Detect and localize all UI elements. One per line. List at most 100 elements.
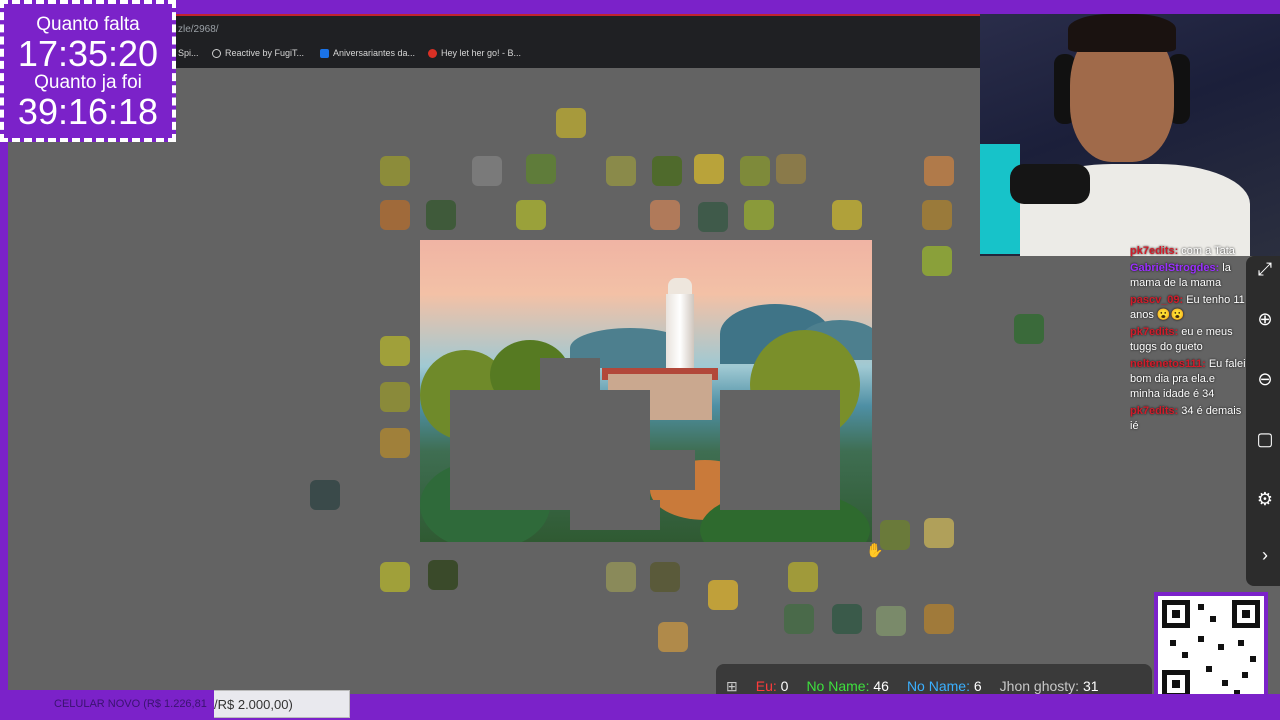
players-icon[interactable]: ⊞ <box>726 678 738 695</box>
puzzle-piece[interactable] <box>426 200 456 230</box>
chat-username: neltenetos111: <box>1130 358 1206 370</box>
chevron-right-icon[interactable]: › <box>1254 544 1276 566</box>
puzzle-piece[interactable] <box>516 200 546 230</box>
puzzle-piece[interactable] <box>380 382 410 412</box>
puzzle-piece[interactable] <box>708 580 738 610</box>
puzzle-piece[interactable] <box>922 200 952 230</box>
qr-module <box>1206 666 1212 672</box>
puzzle-piece[interactable] <box>380 428 410 458</box>
puzzle-piece[interactable] <box>380 156 410 186</box>
puzzle-piece[interactable] <box>744 200 774 230</box>
puzzle-piece[interactable] <box>924 604 954 634</box>
stream-chat: pk7edits: com a Tata GabrielStrogdes: la m… <box>1130 244 1246 486</box>
expand-icon[interactable]: ⤢ <box>1254 258 1276 280</box>
player-points: 31 <box>1082 678 1099 694</box>
zoom-in-icon[interactable]: ⊕ <box>1254 308 1276 330</box>
puzzle-piece[interactable] <box>784 604 814 634</box>
puzzle-piece[interactable] <box>428 560 458 590</box>
puzzle-piece[interactable] <box>694 154 724 184</box>
bookmark-label: Aniversariantes da... <box>333 48 416 58</box>
puzzle-tool-rail: ⤢ ⊕ ⊖ ▢ ⚙ › <box>1246 256 1280 586</box>
puzzle-piece[interactable] <box>740 156 770 186</box>
qr-finder <box>1162 600 1190 628</box>
puzzle-piece[interactable] <box>924 156 954 186</box>
puzzle-piece[interactable] <box>788 562 818 592</box>
player-score: No Name: 6 <box>907 678 982 694</box>
chat-message: pk7edits: com a Tata <box>1130 244 1246 259</box>
puzzle-piece[interactable] <box>658 622 688 652</box>
chat-message: neltenetos111: Eu falei bom dia pra ela.e… <box>1130 357 1246 402</box>
player-name: Jhon ghosty: <box>999 678 1080 694</box>
qr-module <box>1242 672 1248 678</box>
qr-module <box>1198 604 1204 610</box>
bookmark-label: Spi... <box>178 48 199 58</box>
missing-pieces-area <box>540 358 600 398</box>
player-name: No Name: <box>806 678 870 694</box>
player-score: Eu: 0 <box>756 678 789 694</box>
puzzle-piece[interactable] <box>380 562 410 592</box>
qr-module <box>1222 680 1228 686</box>
player-score: Jhon ghosty: 31 <box>1000 678 1099 694</box>
puzzle-piece[interactable] <box>652 156 682 186</box>
player-points: 6 <box>973 678 982 694</box>
puzzle-piece[interactable] <box>832 604 862 634</box>
puzzle-piece[interactable] <box>922 246 952 276</box>
missing-pieces-area <box>635 450 695 490</box>
puzzle-piece[interactable] <box>876 606 906 636</box>
puzzle-piece[interactable] <box>472 156 502 186</box>
puzzle-piece[interactable] <box>556 108 586 138</box>
puzzle-piece[interactable] <box>526 154 556 184</box>
puzzle-piece[interactable] <box>310 480 340 510</box>
puzzle-piece[interactable] <box>380 336 410 366</box>
time-remaining-value: 17:35:20 <box>17 33 159 74</box>
chat-username: pascv_09: <box>1130 294 1184 306</box>
puzzle-piece[interactable] <box>924 518 954 548</box>
qr-module <box>1170 640 1176 646</box>
puzzle-piece[interactable] <box>606 156 636 186</box>
microphone <box>1010 164 1090 204</box>
chat-username: pk7edits: <box>1130 245 1179 257</box>
trello-icon <box>320 48 329 58</box>
bookmark-item[interactable]: Aniversariantes da... <box>320 48 415 58</box>
chat-message: pascv_09: Eu tenho 11 anos 😮😮 <box>1130 293 1246 323</box>
bookmark-item[interactable]: Spi... <box>178 48 199 58</box>
missing-pieces-area <box>570 500 660 530</box>
puzzle-piece[interactable] <box>880 520 910 550</box>
bookmark-item[interactable]: Hey let her go! - B... <box>428 48 521 58</box>
bookmark-label: Reactive by FugiT... <box>225 48 305 58</box>
player-name: Eu: <box>755 678 777 694</box>
zoom-out-icon[interactable]: ⊖ <box>1254 368 1276 390</box>
donation-goal-target: /R$ 2.000,00) <box>214 697 293 712</box>
settings-icon[interactable]: ⚙ <box>1254 488 1276 510</box>
chat-username: pk7edits: <box>1130 405 1179 417</box>
assembled-puzzle-image[interactable] <box>420 240 872 542</box>
puzzle-piece[interactable] <box>650 562 680 592</box>
bookmark-item[interactable]: Reactive by FugiT... <box>212 48 304 58</box>
qr-module <box>1238 640 1244 646</box>
time-elapsed-value: 39:16:18 <box>17 91 159 132</box>
hand-cursor-icon: ✋ <box>866 542 884 558</box>
qr-module <box>1210 616 1216 622</box>
bookmark-label: Hey let her go! - B... <box>441 48 522 58</box>
puzzle-piece[interactable] <box>650 200 680 230</box>
donation-goal-current: CELULAR NOVO (R$ 1.226,81 <box>54 698 207 710</box>
qr-pattern <box>1158 596 1264 702</box>
qr-module <box>1198 636 1204 642</box>
chat-message: pk7edits: eu e meus tuggs do gueto <box>1130 325 1246 355</box>
qr-module <box>1250 656 1256 662</box>
lighthouse <box>666 294 694 374</box>
puzzle-piece[interactable] <box>698 202 728 232</box>
puzzle-piece[interactable] <box>606 562 636 592</box>
webcam-feed <box>980 14 1280 256</box>
donation-qr-code <box>1154 592 1268 706</box>
player-name: No Name: <box>906 678 970 694</box>
address-bar-url[interactable]: zle/2968/ <box>178 24 219 35</box>
fit-icon[interactable]: ▢ <box>1254 428 1276 450</box>
chat-message: GabrielStrogdes: la mama de la mama <box>1130 261 1246 291</box>
chat-text: com a Tata <box>1181 245 1235 257</box>
puzzle-piece[interactable] <box>832 200 862 230</box>
puzzle-piece[interactable] <box>380 200 410 230</box>
missing-pieces-area <box>720 390 840 510</box>
puzzle-piece[interactable] <box>776 154 806 184</box>
puzzle-piece[interactable] <box>1014 314 1044 344</box>
